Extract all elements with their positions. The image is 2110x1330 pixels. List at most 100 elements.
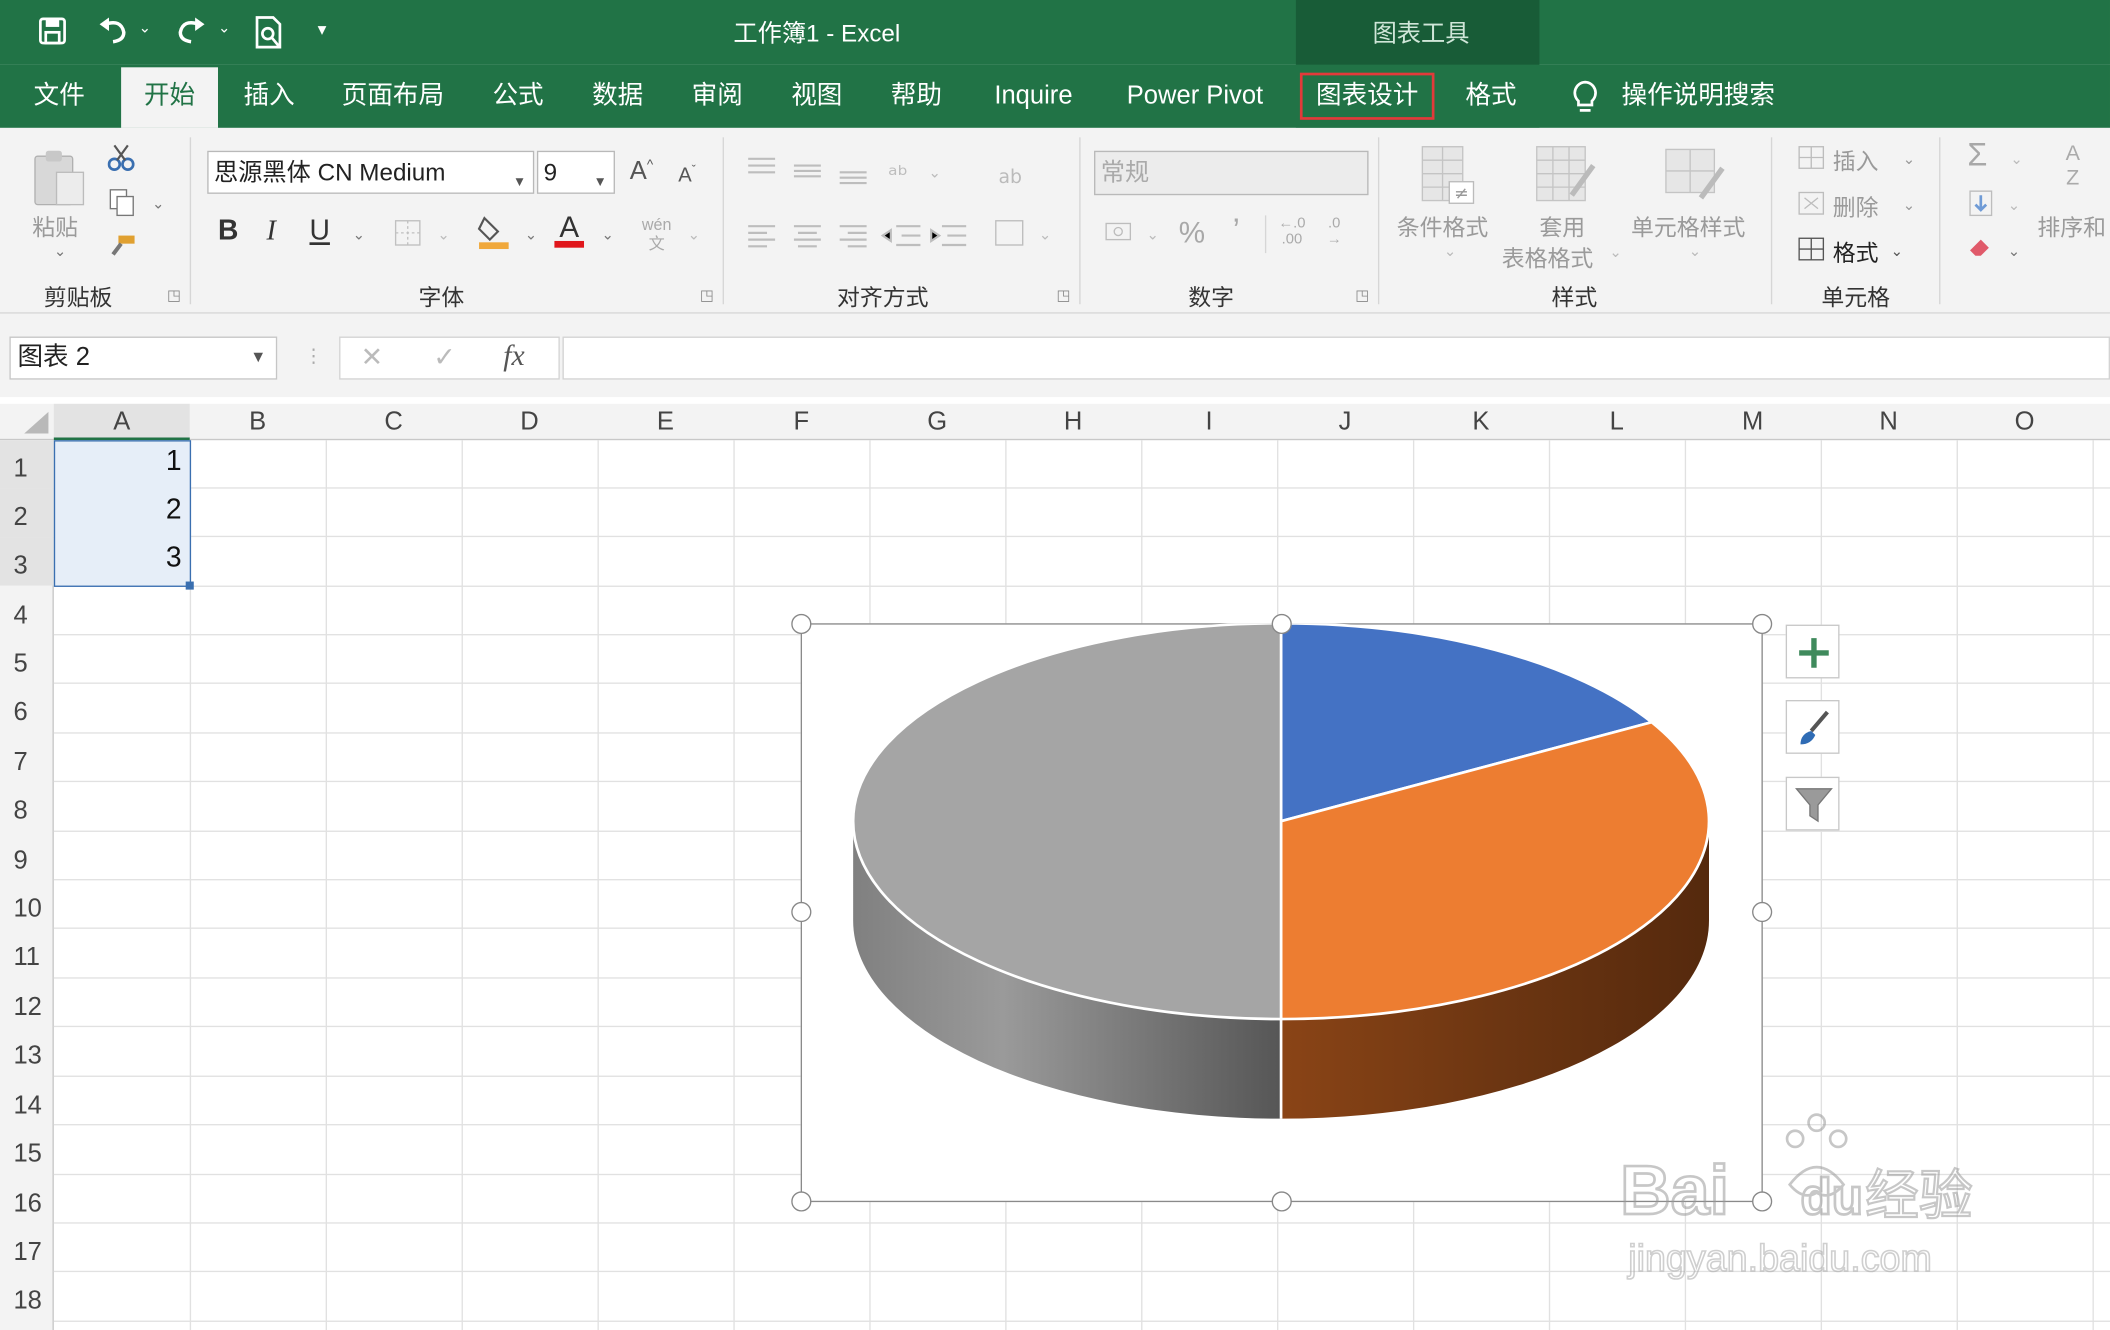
- cut-icon[interactable]: [107, 143, 135, 177]
- column-header[interactable]: I: [1141, 404, 1277, 440]
- format-as-table-dropdown-icon[interactable]: ⌄: [1609, 244, 1621, 261]
- paste-label[interactable]: 粘贴: [32, 209, 78, 243]
- format-painter-icon[interactable]: [108, 233, 138, 264]
- tab-home[interactable]: 开始: [121, 67, 218, 128]
- sort-filter-label[interactable]: 排序和: [2037, 209, 2106, 243]
- tab-format[interactable]: 格式: [1464, 65, 1518, 128]
- conditional-dropdown-icon[interactable]: ⌄: [1444, 242, 1456, 260]
- fill-dropdown-icon[interactable]: ⌄: [2008, 197, 2020, 214]
- lightbulb-icon[interactable]: [1570, 79, 1600, 114]
- column-header[interactable]: C: [326, 404, 462, 440]
- redo-icon[interactable]: [172, 13, 210, 48]
- font-name-select[interactable]: 思源黑体 CN Medium ▼: [207, 150, 535, 194]
- column-header[interactable]: L: [1549, 404, 1685, 440]
- column-header[interactable]: D: [462, 404, 598, 440]
- percent-style-button[interactable]: %: [1179, 217, 1205, 248]
- number-launcher-icon[interactable]: ◳: [1355, 287, 1369, 304]
- tab-formulas[interactable]: 公式: [491, 65, 545, 128]
- font-color-dropdown-icon[interactable]: ⌄: [602, 226, 614, 243]
- row-header[interactable]: 17: [0, 1224, 54, 1272]
- fill-icon[interactable]: [1967, 188, 1994, 222]
- format-as-table-label-1[interactable]: 套用: [1539, 209, 1585, 243]
- orientation-dropdown-icon[interactable]: ⌄: [929, 164, 941, 182]
- tab-file[interactable]: 文件: [32, 65, 86, 128]
- row-header[interactable]: 16: [0, 1175, 54, 1223]
- decrease-decimal-icon[interactable]: .0 →: [1327, 215, 1342, 247]
- resize-handle[interactable]: [791, 1191, 812, 1212]
- customize-toolbar-icon[interactable]: ▾: [318, 19, 327, 41]
- cell-styles-label[interactable]: 单元格样式: [1631, 209, 1745, 243]
- row-header[interactable]: 1: [0, 440, 54, 489]
- row-header[interactable]: 11: [0, 929, 54, 977]
- cell-styles-icon[interactable]: [1661, 141, 1728, 208]
- underline-dropdown-icon[interactable]: ⌄: [353, 226, 365, 243]
- resize-handle[interactable]: [1752, 901, 1773, 923]
- row-header[interactable]: 3: [0, 537, 54, 586]
- delete-cells-icon[interactable]: [1796, 190, 1826, 221]
- tab-data[interactable]: 数据: [591, 65, 645, 128]
- row-header[interactable]: 5: [0, 635, 54, 683]
- font-color-icon[interactable]: A: [552, 210, 587, 254]
- bold-button[interactable]: B: [218, 217, 238, 245]
- row-header[interactable]: 14: [0, 1077, 54, 1125]
- tab-inquire[interactable]: Inquire: [989, 65, 1078, 128]
- tab-insert[interactable]: 插入: [242, 65, 296, 128]
- column-header[interactable]: G: [869, 404, 1005, 440]
- insert-function-icon[interactable]: fx: [503, 338, 524, 373]
- copy-icon[interactable]: [108, 187, 138, 221]
- number-format-select[interactable]: 常规: [1094, 150, 1369, 196]
- paste-dropdown-icon[interactable]: ⌄: [54, 242, 66, 260]
- conditional-format-icon[interactable]: ≠: [1417, 141, 1479, 208]
- font-launcher-icon[interactable]: ◳: [700, 287, 714, 304]
- column-header[interactable]: M: [1685, 404, 1821, 440]
- name-box-dropdown-icon[interactable]: ▼: [250, 347, 266, 366]
- column-header[interactable]: O: [1957, 404, 2093, 440]
- clipboard-launcher-icon[interactable]: ◳: [167, 287, 181, 304]
- row-header[interactable]: 13: [0, 1027, 54, 1075]
- resize-handle[interactable]: [1752, 613, 1773, 635]
- borders-dropdown-icon[interactable]: ⌄: [437, 226, 449, 243]
- cell-A3[interactable]: 3: [54, 540, 190, 586]
- format-cells-dropdown-icon[interactable]: ⌄: [1891, 242, 1903, 260]
- cancel-icon[interactable]: ✕: [361, 341, 384, 375]
- tell-me-search[interactable]: 操作说明搜索: [1622, 65, 1775, 128]
- insert-cells-icon[interactable]: [1796, 144, 1826, 175]
- row-header[interactable]: 9: [0, 832, 54, 880]
- insert-cells-dropdown-icon[interactable]: ⌄: [1903, 151, 1915, 168]
- fill-color-dropdown-icon[interactable]: ⌄: [525, 226, 537, 243]
- enter-icon[interactable]: ✓: [433, 341, 456, 375]
- row-header[interactable]: 8: [0, 782, 54, 830]
- accounting-format-icon[interactable]: [1103, 218, 1135, 252]
- font-size-select[interactable]: 9 ▼: [536, 150, 615, 194]
- insert-cells-label[interactable]: 插入: [1833, 143, 1879, 177]
- tab-view[interactable]: 视图: [790, 65, 844, 128]
- shrink-font-icon[interactable]: Aˇ: [678, 164, 696, 186]
- increase-decimal-icon[interactable]: ←.0.00: [1278, 215, 1305, 247]
- column-header[interactable]: A: [53, 403, 190, 441]
- resize-handle[interactable]: [1271, 1191, 1292, 1212]
- row-header[interactable]: 2: [0, 488, 54, 538]
- chart-styles-button[interactable]: [1785, 699, 1840, 754]
- phonetic-guide-icon[interactable]: wén 文: [642, 215, 672, 253]
- row-header[interactable]: 18: [0, 1272, 54, 1320]
- merge-dropdown-icon[interactable]: ⌄: [1039, 226, 1051, 243]
- column-header[interactable]: E: [597, 404, 733, 440]
- sort-filter-icon[interactable]: AZ: [2066, 143, 2080, 191]
- borders-icon[interactable]: [393, 218, 423, 252]
- format-as-table-label-2[interactable]: 表格格式: [1502, 240, 1594, 274]
- delete-cells-label[interactable]: 删除: [1833, 188, 1879, 222]
- save-icon[interactable]: [38, 16, 68, 46]
- tab-chart-design[interactable]: 图表设计: [1299, 65, 1435, 128]
- column-header[interactable]: J: [1277, 404, 1413, 440]
- row-header[interactable]: 6: [0, 684, 54, 732]
- autosum-dropdown-icon[interactable]: ⌄: [2010, 151, 2022, 168]
- comma-style-button[interactable]: ’: [1233, 215, 1240, 247]
- row-header[interactable]: 12: [0, 979, 54, 1027]
- clear-dropdown-icon[interactable]: ⌄: [2008, 242, 2020, 260]
- cell-A2[interactable]: 2: [54, 491, 190, 537]
- delete-cells-dropdown-icon[interactable]: ⌄: [1903, 197, 1915, 214]
- conditional-format-label[interactable]: 条件格式: [1397, 209, 1489, 243]
- name-box[interactable]: 图表 2: [9, 336, 278, 380]
- undo-icon[interactable]: [94, 13, 132, 48]
- cell-A1[interactable]: 1: [54, 443, 190, 489]
